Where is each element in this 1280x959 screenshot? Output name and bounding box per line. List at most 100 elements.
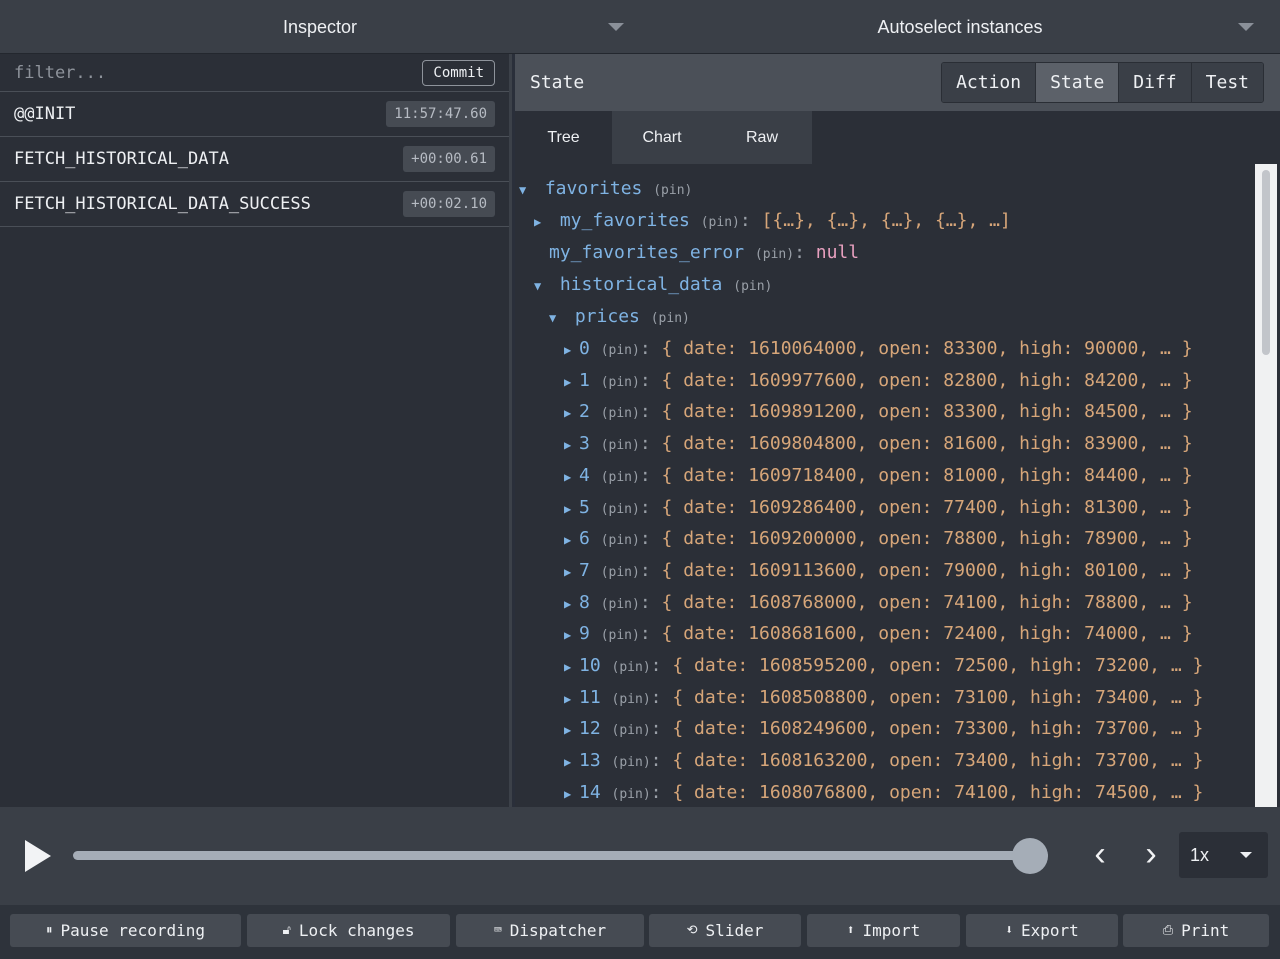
collapsed-arrow-icon[interactable]: ▶: [564, 367, 579, 397]
collapsed-arrow-icon[interactable]: ▶: [564, 715, 579, 745]
collapsed-arrow-icon[interactable]: ▶: [564, 652, 579, 682]
collapsed-arrow-icon[interactable]: ▶: [564, 462, 579, 492]
collapsed-arrow-icon[interactable]: ▶: [564, 779, 579, 807]
pin-button[interactable]: (pin): [601, 502, 640, 517]
action-item[interactable]: @@INIT 11:57:47.60: [0, 92, 509, 137]
tree-key: 14: [579, 781, 601, 803]
button-label: Import: [862, 921, 921, 940]
pin-button[interactable]: (pin): [612, 660, 651, 675]
tab-diff[interactable]: Diff: [1119, 63, 1192, 102]
tree-node-price-row[interactable]: ▶ 9 (pin): { date: 1608681600, open: 7240…: [564, 619, 1193, 649]
export-button[interactable]: ⬇ Export: [966, 914, 1118, 947]
tree-node-price-row[interactable]: ▶ 7 (pin): { date: 1609113600, open: 7900…: [564, 556, 1193, 586]
pin-button[interactable]: (pin): [755, 247, 794, 262]
tree-value: { date: 1609804800, open: 81600, high: 8…: [661, 433, 1193, 455]
tree-value: { date: 1609200000, open: 78800, high: 7…: [661, 528, 1193, 550]
tab-raw[interactable]: Raw: [712, 111, 812, 164]
collapsed-arrow-icon[interactable]: ▶: [564, 620, 579, 650]
tree-node-price-row[interactable]: ▶ 8 (pin): { date: 1608768000, open: 7410…: [564, 588, 1193, 618]
action-item[interactable]: FETCH_HISTORICAL_DATA_SUCCESS +00:02.10: [0, 182, 509, 227]
tree-node-price-row[interactable]: ▶ 1 (pin): { date: 1609977600, open: 8280…: [564, 366, 1193, 396]
filter-input[interactable]: [14, 62, 394, 83]
tree-node-price-row[interactable]: ▶ 10 (pin): { date: 1608595200, open: 725…: [564, 651, 1203, 681]
colon: :: [794, 242, 805, 263]
pin-button[interactable]: (pin): [601, 470, 640, 485]
colon: :: [650, 781, 662, 803]
pin-button[interactable]: (pin): [601, 343, 640, 358]
scrollbar[interactable]: [1255, 164, 1277, 807]
pin-button[interactable]: (pin): [601, 406, 640, 421]
expanded-arrow-icon[interactable]: ▼: [534, 271, 549, 301]
tab-action[interactable]: Action: [942, 63, 1037, 102]
pin-button[interactable]: (pin): [601, 597, 640, 612]
pin-button[interactable]: (pin): [701, 215, 740, 230]
tree-key: 13: [579, 750, 601, 772]
slider-track[interactable]: [73, 851, 1048, 860]
tree-key: 6: [579, 528, 590, 550]
pin-button[interactable]: (pin): [612, 723, 651, 738]
colon: :: [639, 623, 651, 645]
action-item[interactable]: FETCH_HISTORICAL_DATA +00:00.61: [0, 137, 509, 182]
pin-button[interactable]: (pin): [612, 755, 651, 770]
pin-button[interactable]: (pin): [601, 628, 640, 643]
tree-node-price-row[interactable]: ▶ 13 (pin): { date: 1608163200, open: 734…: [564, 746, 1203, 776]
tree-node-favorites[interactable]: ▼ favorites (pin): [519, 174, 692, 204]
slider-handle[interactable]: [1012, 838, 1048, 874]
button-label: Slider: [705, 921, 764, 940]
collapsed-arrow-icon[interactable]: ▶: [534, 207, 549, 237]
tab-tree[interactable]: Tree: [515, 111, 612, 164]
collapsed-arrow-icon[interactable]: ▶: [564, 747, 579, 777]
print-button[interactable]: ⎙ Print: [1123, 914, 1269, 947]
expanded-arrow-icon[interactable]: ▼: [549, 303, 564, 333]
instance-select[interactable]: Autoselect instances: [640, 0, 1280, 54]
pin-button[interactable]: (pin): [601, 565, 640, 580]
lock-changes-button[interactable]: 🔓︎ Lock changes: [247, 914, 450, 947]
tree-node-price-row[interactable]: ▶ 5 (pin): { date: 1609286400, open: 7740…: [564, 493, 1193, 523]
pin-button[interactable]: (pin): [651, 311, 690, 326]
collapsed-arrow-icon[interactable]: ▶: [564, 398, 579, 428]
pin-button[interactable]: (pin): [601, 533, 640, 548]
tree-node-price-row[interactable]: ▶ 3 (pin): { date: 1609804800, open: 8160…: [564, 429, 1193, 459]
collapsed-arrow-icon[interactable]: ▶: [564, 557, 579, 587]
collapsed-arrow-icon[interactable]: ▶: [564, 589, 579, 619]
collapsed-arrow-icon[interactable]: ▶: [564, 525, 579, 555]
scrollbar-thumb[interactable]: [1262, 170, 1270, 355]
tree-node-price-row[interactable]: ▶ 0 (pin): { date: 1610064000, open: 8330…: [564, 334, 1193, 364]
print-icon: ⎙: [1162, 923, 1174, 938]
tree-node-prices[interactable]: ▼ prices (pin): [549, 302, 690, 332]
chevron-right-icon[interactable]: ›: [1136, 837, 1166, 871]
slider-button[interactable]: ⟲ Slider: [649, 914, 801, 947]
pin-button[interactable]: (pin): [601, 438, 640, 453]
tree-node-price-row[interactable]: ▶ 4 (pin): { date: 1609718400, open: 8100…: [564, 461, 1193, 491]
tab-test[interactable]: Test: [1191, 63, 1263, 102]
expanded-arrow-icon[interactable]: ▼: [519, 175, 534, 205]
pin-button[interactable]: (pin): [653, 183, 692, 198]
collapsed-arrow-icon[interactable]: ▶: [564, 684, 579, 714]
pin-button[interactable]: (pin): [733, 279, 772, 294]
collapsed-arrow-icon[interactable]: ▶: [564, 335, 579, 365]
import-button[interactable]: ⬆ Import: [807, 914, 960, 947]
tree-node-price-row[interactable]: ▶ 6 (pin): { date: 1609200000, open: 7880…: [564, 524, 1193, 554]
tab-state[interactable]: State: [1036, 63, 1120, 102]
chevron-left-icon[interactable]: ‹: [1085, 837, 1115, 871]
tree-node-price-row[interactable]: ▶ 11 (pin): { date: 1608508800, open: 731…: [564, 683, 1203, 713]
tree-node-price-row[interactable]: ▶ 12 (pin): { date: 1608249600, open: 733…: [564, 714, 1203, 744]
tree-node-price-row[interactable]: ▶ 14 (pin): { date: 1608076800, open: 741…: [564, 778, 1203, 807]
tree-node-my-favorites[interactable]: ▶ my_favorites (pin): [{…}, {…}, {…}, {……: [534, 206, 1011, 236]
commit-button[interactable]: Commit: [422, 59, 495, 86]
dispatcher-button[interactable]: ⌨ Dispatcher: [456, 914, 644, 947]
pause-recording-button[interactable]: ⏸ Pause recording: [10, 914, 241, 947]
collapsed-arrow-icon[interactable]: ▶: [564, 430, 579, 460]
colon: :: [639, 559, 651, 581]
state-panel-header: State Action State Diff Test: [515, 54, 1280, 111]
speed-select[interactable]: 1x: [1179, 832, 1268, 878]
pin-button[interactable]: (pin): [612, 692, 651, 707]
play-icon[interactable]: [25, 840, 51, 872]
monitor-select[interactable]: Inspector: [0, 0, 640, 54]
pin-button[interactable]: (pin): [612, 787, 651, 802]
pin-button[interactable]: (pin): [601, 375, 640, 390]
tree-node-historical-data[interactable]: ▼ historical_data (pin): [534, 270, 772, 300]
tree-node-price-row[interactable]: ▶ 2 (pin): { date: 1609891200, open: 8330…: [564, 397, 1193, 427]
tab-chart[interactable]: Chart: [612, 111, 712, 164]
collapsed-arrow-icon[interactable]: ▶: [564, 494, 579, 524]
